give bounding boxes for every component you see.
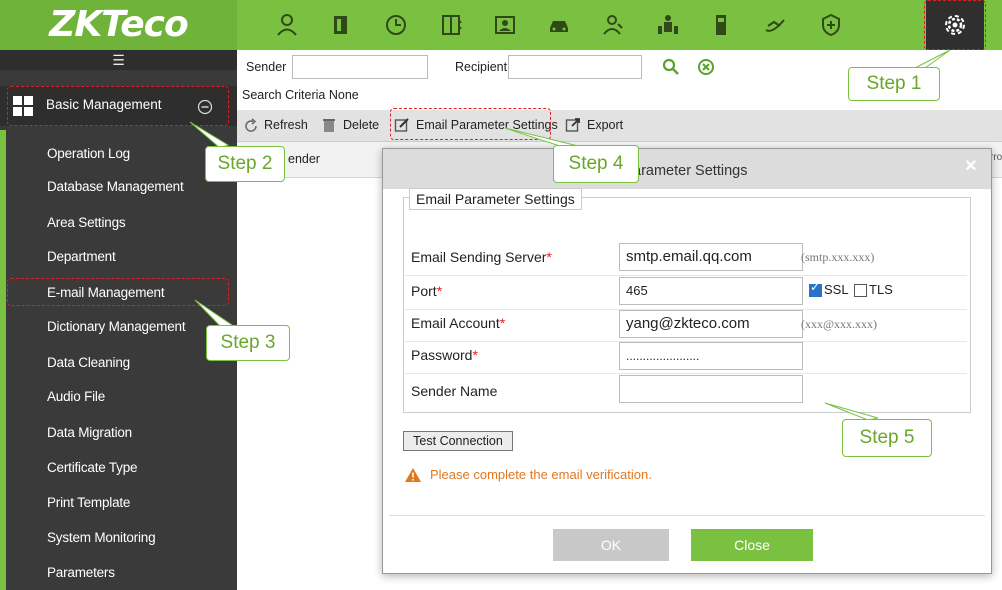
step-5-callout: Step 5	[842, 419, 932, 457]
step-2-callout: Step 2	[205, 146, 285, 182]
step-4-callout: Step 4	[553, 145, 639, 183]
step-3-callout: Step 3	[206, 325, 290, 361]
step-1-callout: Step 1	[848, 67, 940, 101]
